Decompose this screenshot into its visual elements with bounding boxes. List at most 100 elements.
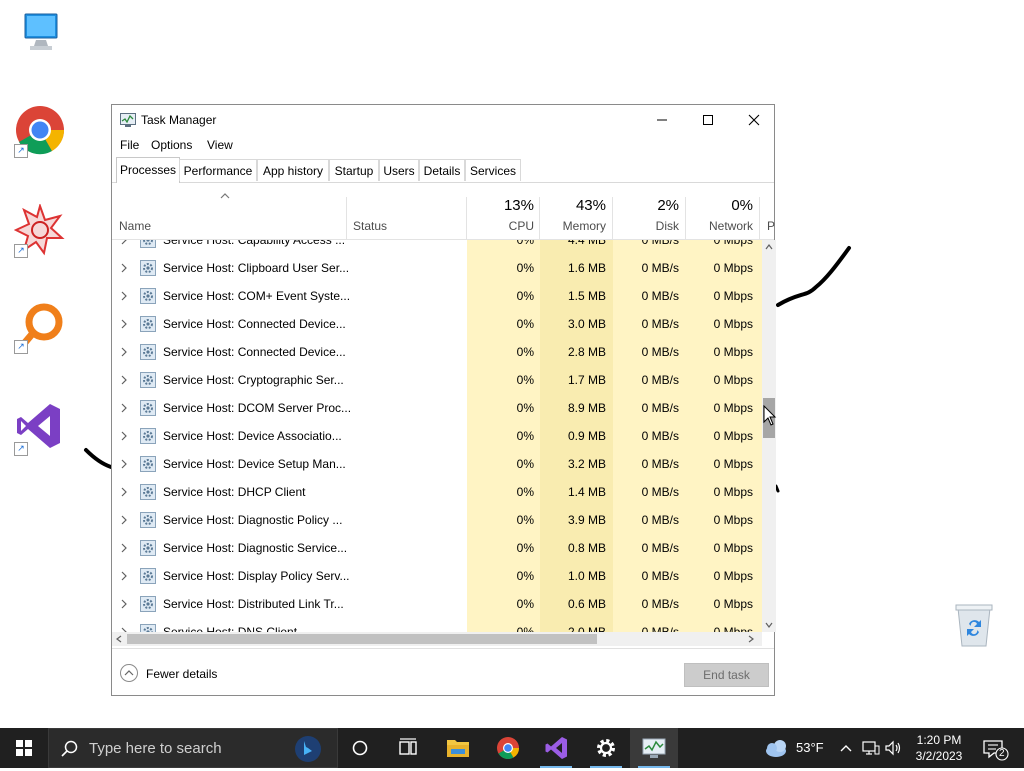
process-row[interactable]: Service Host: DHCP Client 0% 1.4 MB 0 MB/s 0… [112,478,762,506]
scroll-down-icon[interactable] [765,622,773,628]
visual-studio-desktop-icon[interactable]: ↗ [14,402,66,456]
column-divider[interactable] [759,197,760,239]
scroll-left-icon[interactable] [116,635,122,643]
process-memory: 2.8 MB [567,345,606,359]
process-row[interactable]: Service Host: Capability Access ... 0% 4.4… [112,240,762,254]
expand-chevron-icon[interactable] [120,459,128,469]
recycle-bin-desktop-icon[interactable] [952,602,996,650]
process-name: Service Host: Cryptographic Ser... [163,373,344,387]
process-memory: 3.2 MB [567,457,606,471]
expand-chevron-icon[interactable] [120,319,128,329]
tab-details[interactable]: Details [419,159,465,181]
horizontal-scroll-thumb[interactable] [127,634,597,644]
taskbar-chrome[interactable] [484,728,532,768]
cpu-total-percent[interactable]: 13% [468,197,534,214]
minimize-button[interactable] [639,105,685,135]
column-memory-header[interactable]: Memory [542,219,606,233]
expand-chevron-icon[interactable] [120,543,128,553]
tab-performance[interactable]: Performance [179,159,257,181]
scroll-right-icon[interactable] [748,635,754,643]
service-host-icon [140,484,156,500]
taskbar-settings[interactable] [582,728,630,768]
expand-chevron-icon[interactable] [120,571,128,581]
process-memory: 2.0 MB [567,625,606,632]
chrome-desktop-icon[interactable]: ↗ [14,104,66,158]
memory-total-percent[interactable]: 43% [542,197,606,214]
horizontal-scrollbar[interactable] [112,632,762,646]
disk-total-percent[interactable]: 2% [615,197,679,214]
volume-icon[interactable] [884,740,902,756]
column-status-header[interactable]: Status [353,219,387,233]
taskbar-task-manager[interactable] [630,728,678,768]
vertical-scrollbar[interactable] [762,240,776,632]
bing-icon[interactable] [293,735,323,763]
process-cpu: 0% [516,289,534,303]
scroll-up-icon[interactable] [765,244,773,250]
column-network-header[interactable]: Network [688,219,753,233]
network-total-percent[interactable]: 0% [688,197,753,214]
magnifier-desktop-icon[interactable]: ↗ [14,300,66,354]
column-cpu-header[interactable]: CPU [468,219,534,233]
title-bar[interactable]: Task Manager [112,105,774,135]
expand-chevron-icon[interactable] [120,291,128,301]
expand-chevron-icon[interactable] [120,431,128,441]
column-power-header[interactable]: P [767,219,775,233]
tab-services[interactable]: Services [465,159,521,181]
visual-studio-icon [545,737,567,759]
taskbar-file-explorer[interactable] [434,728,482,768]
task-view-button[interactable] [384,728,432,768]
column-divider[interactable] [346,197,347,239]
network-icon[interactable] [862,740,880,756]
column-disk-header[interactable]: Disk [615,219,679,233]
column-divider[interactable] [612,197,613,239]
weather-widget[interactable]: 53°F [760,728,830,768]
sort-ascending-icon[interactable] [219,192,231,200]
expand-chevron-icon[interactable] [120,599,128,609]
mathematica-desktop-icon[interactable]: ↗ [13,202,66,258]
process-row[interactable]: Service Host: Connected Device... 0% 2.8 M… [112,338,762,366]
process-row[interactable]: Service Host: COM+ Event Syste... 0% 1.5 M… [112,282,762,310]
end-task-button[interactable]: End task [684,663,769,687]
process-row[interactable]: Service Host: DCOM Server Proc... 0% 8.9 M… [112,394,762,422]
tab-app-history[interactable]: App history [257,159,329,181]
process-row[interactable]: Service Host: Cryptographic Ser... 0% 1.7 … [112,366,762,394]
taskbar-search-box[interactable]: Type here to search [48,728,338,768]
chevron-up-icon[interactable] [838,740,854,756]
process-row[interactable]: Service Host: Clipboard User Ser... 0% 1.6… [112,254,762,282]
process-row[interactable]: Service Host: Connected Device... 0% 3.0 M… [112,310,762,338]
expand-chevron-icon[interactable] [120,487,128,497]
expand-chevron-icon[interactable] [120,347,128,357]
expand-chevron-icon[interactable] [120,515,128,525]
process-row[interactable]: Service Host: Device Associatio... 0% 0.9 … [112,422,762,450]
expand-chevron-icon[interactable] [120,403,128,413]
taskbar-visual-studio[interactable] [532,728,580,768]
column-divider[interactable] [466,197,467,239]
fewer-details-button[interactable]: Fewer details [120,664,240,684]
process-row[interactable]: Service Host: Diagnostic Policy ... 0% 3.9… [112,506,762,534]
maximize-button[interactable] [685,105,731,135]
column-divider[interactable] [685,197,686,239]
column-name-header[interactable]: Name [119,219,151,233]
process-disk: 0 MB/s [641,569,679,583]
start-button[interactable] [0,728,48,768]
this-pc-desktop-icon[interactable] [14,10,66,62]
tab-startup[interactable]: Startup [329,159,379,181]
expand-chevron-icon[interactable] [120,375,128,385]
tab-processes[interactable]: Processes [116,157,180,183]
process-row[interactable]: Service Host: Display Policy Serv... 0% 1.… [112,562,762,590]
menu-view[interactable]: View [207,138,233,152]
process-row[interactable]: Service Host: Distributed Link Tr... 0% 0.… [112,590,762,618]
menu-options[interactable]: Options [151,138,192,152]
expand-chevron-icon[interactable] [120,240,128,245]
menu-file[interactable]: File [120,138,139,152]
process-row[interactable]: Service Host: DNS Client 0% 2.0 MB 0 MB/s 0 … [112,618,762,632]
taskbar-clock[interactable]: 1:20 PM 3/2/2023 [904,732,974,764]
notification-center-button[interactable]: 2 [980,736,1010,762]
cortana-button[interactable] [336,728,384,768]
close-button[interactable] [731,105,777,135]
expand-chevron-icon[interactable] [120,263,128,273]
column-divider[interactable] [539,197,540,239]
process-row[interactable]: Service Host: Device Setup Man... 0% 3.2 M… [112,450,762,478]
tab-users[interactable]: Users [379,159,419,181]
process-row[interactable]: Service Host: Diagnostic Service... 0% 0.8… [112,534,762,562]
